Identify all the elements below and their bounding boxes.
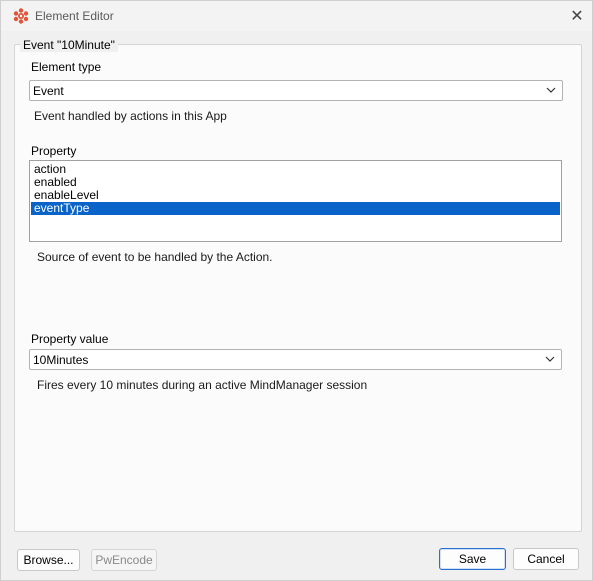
close-icon: ✕ [570,8,584,25]
element-type-value: Event [33,83,64,98]
property-item-eventtype[interactable]: eventType [31,202,560,215]
property-value-dropdown[interactable]: 10Minutes [29,349,562,370]
property-item-action[interactable]: action [31,163,560,176]
groupbox-legend: Event "10Minute" [20,38,118,52]
title-bar[interactable]: Element Editor ✕ [1,1,592,31]
cancel-button[interactable]: Cancel [513,548,579,570]
property-item-enabled[interactable]: enabled [31,176,560,189]
mindmanager-logo-icon [13,8,29,24]
property-label: Property [31,144,77,158]
browse-button[interactable]: Browse... [17,549,80,571]
element-type-description: Event handled by actions in this App [34,109,227,123]
save-button[interactable]: Save [439,548,506,570]
close-button[interactable]: ✕ [562,1,592,31]
property-listbox[interactable]: action enabled enableLevel eventType [29,160,562,242]
element-type-label: Element type [31,60,102,74]
property-value-label: Property value [31,332,109,346]
element-type-dropdown[interactable]: Event [29,80,563,101]
element-editor-window: Element Editor ✕ Event "10Minute" Elemen… [0,0,593,581]
property-value-description: Fires every 10 minutes during an active … [37,378,368,392]
property-value-value: 10Minutes [33,352,89,367]
window-title: Element Editor [35,9,114,23]
chevron-down-icon [546,87,556,93]
property-description: Source of event to be handled by the Act… [37,250,273,264]
chevron-down-icon [545,356,555,362]
pwencode-button[interactable]: PwEncode [91,549,157,571]
property-item-enablelevel[interactable]: enableLevel [31,189,560,202]
